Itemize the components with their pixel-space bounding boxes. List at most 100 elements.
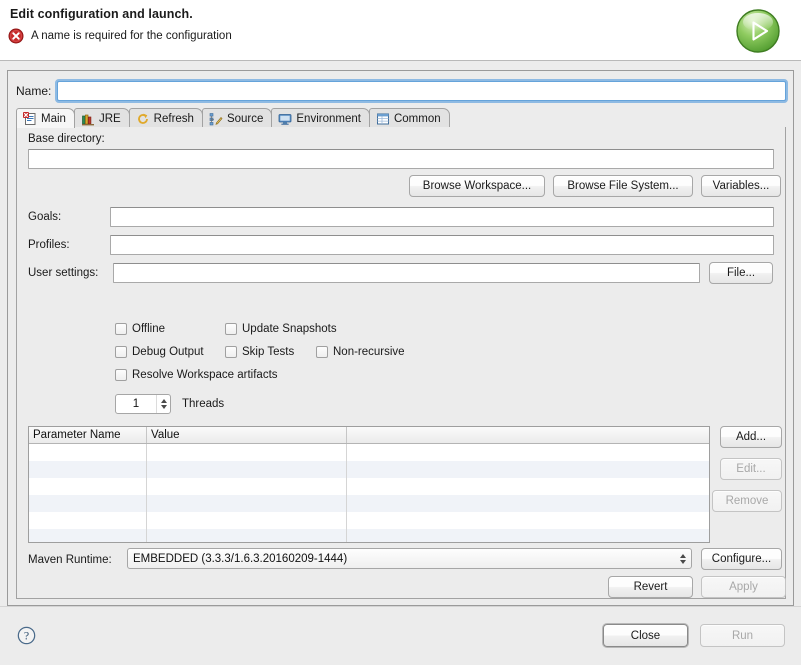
jre-books-icon <box>81 114 94 125</box>
base-directory-input[interactable] <box>28 149 774 169</box>
checkbox-skip-tests[interactable]: Skip Tests <box>225 346 316 358</box>
tab-main[interactable]: Main <box>16 108 75 128</box>
checkbox-skip-tests-label: Skip Tests <box>242 346 295 358</box>
checkbox-update-snapshots-label: Update Snapshots <box>242 323 337 335</box>
user-settings-input[interactable] <box>113 263 700 283</box>
table-cell <box>347 495 709 512</box>
checkbox-update-snapshots-box[interactable] <box>225 323 237 335</box>
parameters-table[interactable]: Parameter Name Value <box>28 426 710 543</box>
table-cell <box>147 461 347 478</box>
checkbox-debug-output[interactable]: Debug Output <box>115 346 225 358</box>
revert-button[interactable]: Revert <box>608 576 693 598</box>
checkbox-update-snapshots[interactable]: Update Snapshots <box>225 323 337 335</box>
tab-common[interactable]: Common <box>368 108 450 128</box>
apply-button: Apply <box>701 576 786 598</box>
table-row[interactable] <box>29 512 709 529</box>
tab-jre[interactable]: JRE <box>73 108 130 128</box>
maven-runtime-select[interactable]: EMBEDDED (3.3.3/1.6.3.20160209-1444) <box>127 548 692 569</box>
error-circle-x-icon <box>8 28 24 44</box>
profiles-label: Profiles: <box>28 239 70 251</box>
table-cell <box>147 478 347 495</box>
checkbox-resolve-workspace-artifacts-label: Resolve Workspace artifacts <box>132 369 278 381</box>
browse-file-system-button[interactable]: Browse File System... <box>553 175 693 197</box>
tab-common-label: Common <box>393 112 441 125</box>
table-row[interactable] <box>29 478 709 495</box>
stepper-down-icon[interactable] <box>160 405 167 409</box>
threads-value: 1 <box>132 398 140 410</box>
run-play-green-icon[interactable] <box>735 8 781 54</box>
stepper-up-icon[interactable] <box>160 399 167 403</box>
tab-bar: Main JRE Refresh Source Environment Comm… <box>16 107 786 128</box>
checkbox-skip-tests-box[interactable] <box>225 346 237 358</box>
table-cell <box>147 444 347 461</box>
table-cell <box>29 461 147 478</box>
variables-button[interactable]: Variables... <box>701 175 781 197</box>
parameters-table-body <box>29 444 709 542</box>
main-document-error-icon <box>23 111 36 125</box>
threads-stepper[interactable]: 1 <box>115 394 171 414</box>
source-tree-pencil-icon <box>209 112 223 125</box>
checkbox-debug-output-label: Debug Output <box>132 346 204 358</box>
checkbox-resolve-workspace-artifacts-box[interactable] <box>115 369 127 381</box>
validation-message-text: A name is required for the configuration <box>31 30 232 42</box>
checkbox-non-recursive-label: Non-recursive <box>333 346 405 358</box>
checkbox-debug-output-box[interactable] <box>115 346 127 358</box>
table-cell <box>147 512 347 529</box>
maven-runtime-label: Maven Runtime: <box>28 554 112 566</box>
table-cell <box>347 461 709 478</box>
checkbox-non-recursive-box[interactable] <box>316 346 328 358</box>
table-row[interactable] <box>29 461 709 478</box>
table-cell <box>347 478 709 495</box>
checkbox-non-recursive[interactable]: Non-recursive <box>316 346 405 358</box>
table-row[interactable] <box>29 444 709 461</box>
checkbox-row-1: Offline Update Snapshots <box>115 323 337 335</box>
tab-source-label: Source <box>226 112 264 125</box>
table-cell <box>29 478 147 495</box>
tab-main-label: Main <box>41 112 66 125</box>
remove-parameter-button: Remove <box>712 490 782 512</box>
table-cell <box>347 529 709 542</box>
help-question-icon[interactable]: ? <box>17 626 36 645</box>
goals-label: Goals: <box>28 211 62 223</box>
run-button: Run <box>700 624 785 647</box>
table-cell <box>147 529 347 542</box>
chevron-down-icon <box>680 559 686 564</box>
dialog-header: Edit configuration and launch. A name is… <box>0 0 801 61</box>
common-window-icon <box>376 113 389 124</box>
validation-message-row: A name is required for the configuration <box>8 28 232 44</box>
table-cell <box>29 444 147 461</box>
profiles-input[interactable] <box>110 235 774 255</box>
column-header-parameter-name[interactable]: Parameter Name <box>29 427 147 443</box>
tab-refresh-label: Refresh <box>153 112 194 125</box>
threads-label: Threads <box>182 398 225 410</box>
configure-maven-runtime-button[interactable]: Configure... <box>701 548 782 570</box>
checkbox-row-2: Debug Output Skip Tests Non-recursive <box>115 346 405 358</box>
name-input[interactable] <box>55 79 788 103</box>
browse-workspace-button[interactable]: Browse Workspace... <box>409 175 545 197</box>
goals-input[interactable] <box>110 207 774 227</box>
checkbox-resolve-workspace-artifacts[interactable]: Resolve Workspace artifacts <box>115 369 278 381</box>
footer-divider <box>0 606 801 607</box>
tab-environment-label: Environment <box>296 112 361 125</box>
checkbox-offline[interactable]: Offline <box>115 323 225 335</box>
refresh-arrows-icon <box>137 113 148 124</box>
chevron-updown-icon[interactable] <box>675 549 691 568</box>
column-header-value[interactable]: Value <box>147 427 347 443</box>
close-button[interactable]: Close <box>603 624 688 647</box>
name-label: Name: <box>16 84 52 98</box>
column-header-extra[interactable] <box>347 427 709 443</box>
add-parameter-button[interactable]: Add... <box>720 426 782 448</box>
table-cell <box>29 495 147 512</box>
tab-environment[interactable]: Environment <box>271 108 370 128</box>
table-row[interactable] <box>29 495 709 512</box>
checkbox-offline-box[interactable] <box>115 323 127 335</box>
tab-source[interactable]: Source <box>201 108 273 128</box>
table-cell <box>29 512 147 529</box>
tab-refresh[interactable]: Refresh <box>128 108 203 128</box>
svg-text:?: ? <box>24 629 29 643</box>
user-settings-file-button[interactable]: File... <box>709 262 773 284</box>
threads-stepper-arrows[interactable] <box>156 395 170 413</box>
configuration-content-frame: Name: Main JRE Refresh Source Environmen… <box>7 70 794 606</box>
user-settings-label: User settings: <box>28 267 99 279</box>
table-row[interactable] <box>29 529 709 542</box>
